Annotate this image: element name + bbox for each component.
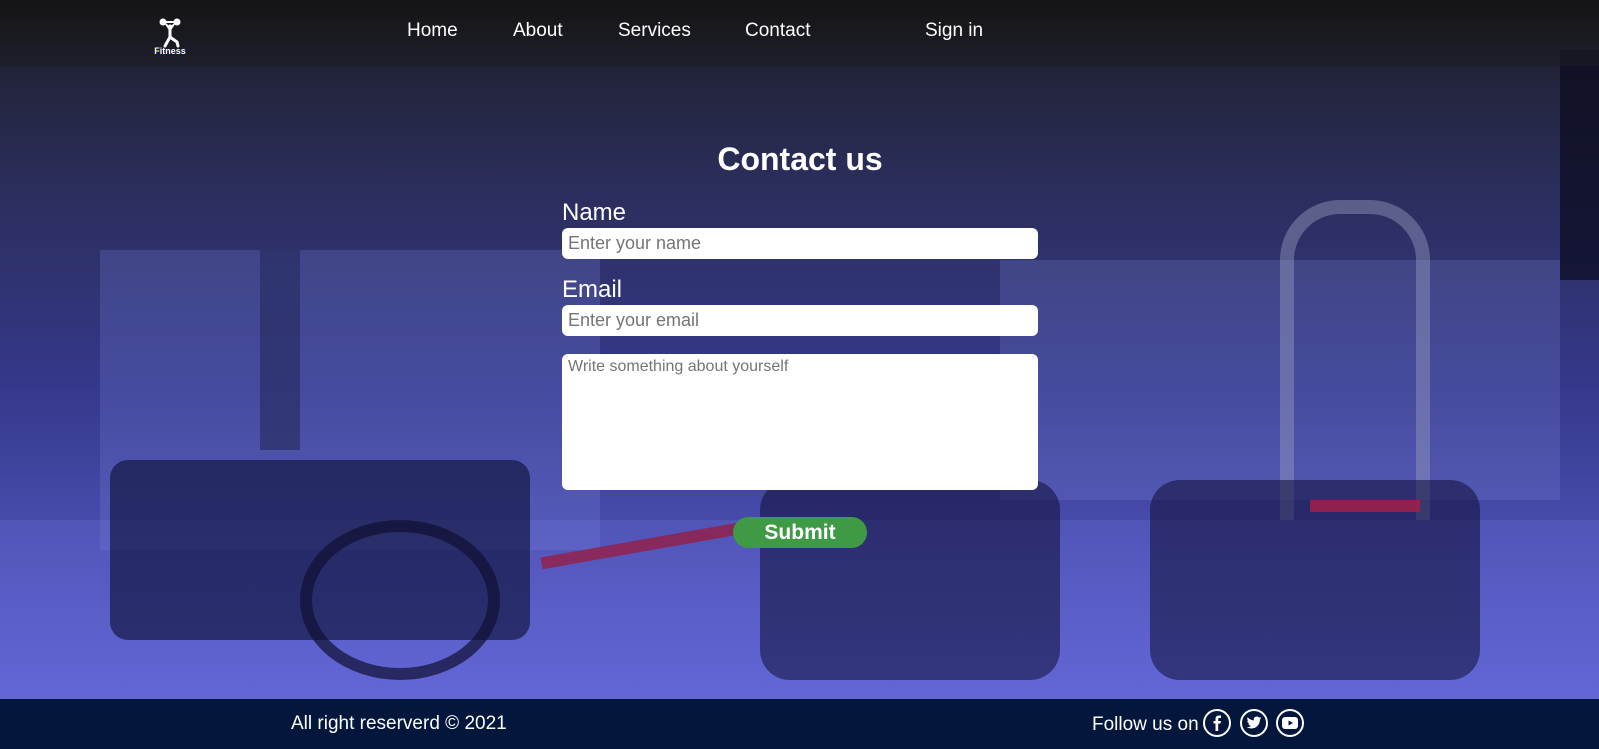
message-textarea[interactable]	[562, 354, 1038, 490]
cable-machine	[260, 250, 300, 450]
follow-label: Follow us on	[1092, 714, 1199, 735]
nav-about[interactable]: About	[513, 20, 563, 42]
weightlifter-icon	[159, 18, 181, 48]
page-title: Contact us	[717, 141, 883, 177]
submit-button[interactable]: Submit	[733, 517, 867, 548]
navbar: Fitness Home About Services Contact Sign…	[0, 0, 1599, 66]
nav-home[interactable]: Home	[407, 20, 458, 42]
email-label: Email	[562, 276, 623, 303]
nav-contact[interactable]: Contact	[745, 20, 810, 42]
logo-text: Fitness	[154, 46, 186, 56]
name-input[interactable]	[562, 228, 1038, 259]
copyright-text: All right reserverd © 2021	[291, 713, 507, 734]
footer: All right reserverd © 2021 Follow us on	[0, 699, 1599, 749]
name-label: Name	[562, 199, 627, 226]
bike-seat	[1310, 500, 1420, 512]
nav-sign-in[interactable]: Sign in	[925, 20, 983, 42]
email-input[interactable]	[562, 305, 1038, 336]
youtube-icon[interactable]	[1276, 709, 1304, 737]
exercise-bike-wheel	[300, 520, 500, 680]
exercise-bike	[760, 480, 1060, 680]
twitter-icon[interactable]	[1240, 709, 1268, 737]
facebook-icon[interactable]	[1203, 709, 1231, 737]
smith-machine	[1280, 200, 1430, 520]
logo[interactable]: Fitness	[150, 18, 190, 60]
nav-services[interactable]: Services	[618, 20, 691, 42]
hero-background	[0, 0, 1599, 699]
wall-screen	[1560, 50, 1599, 280]
